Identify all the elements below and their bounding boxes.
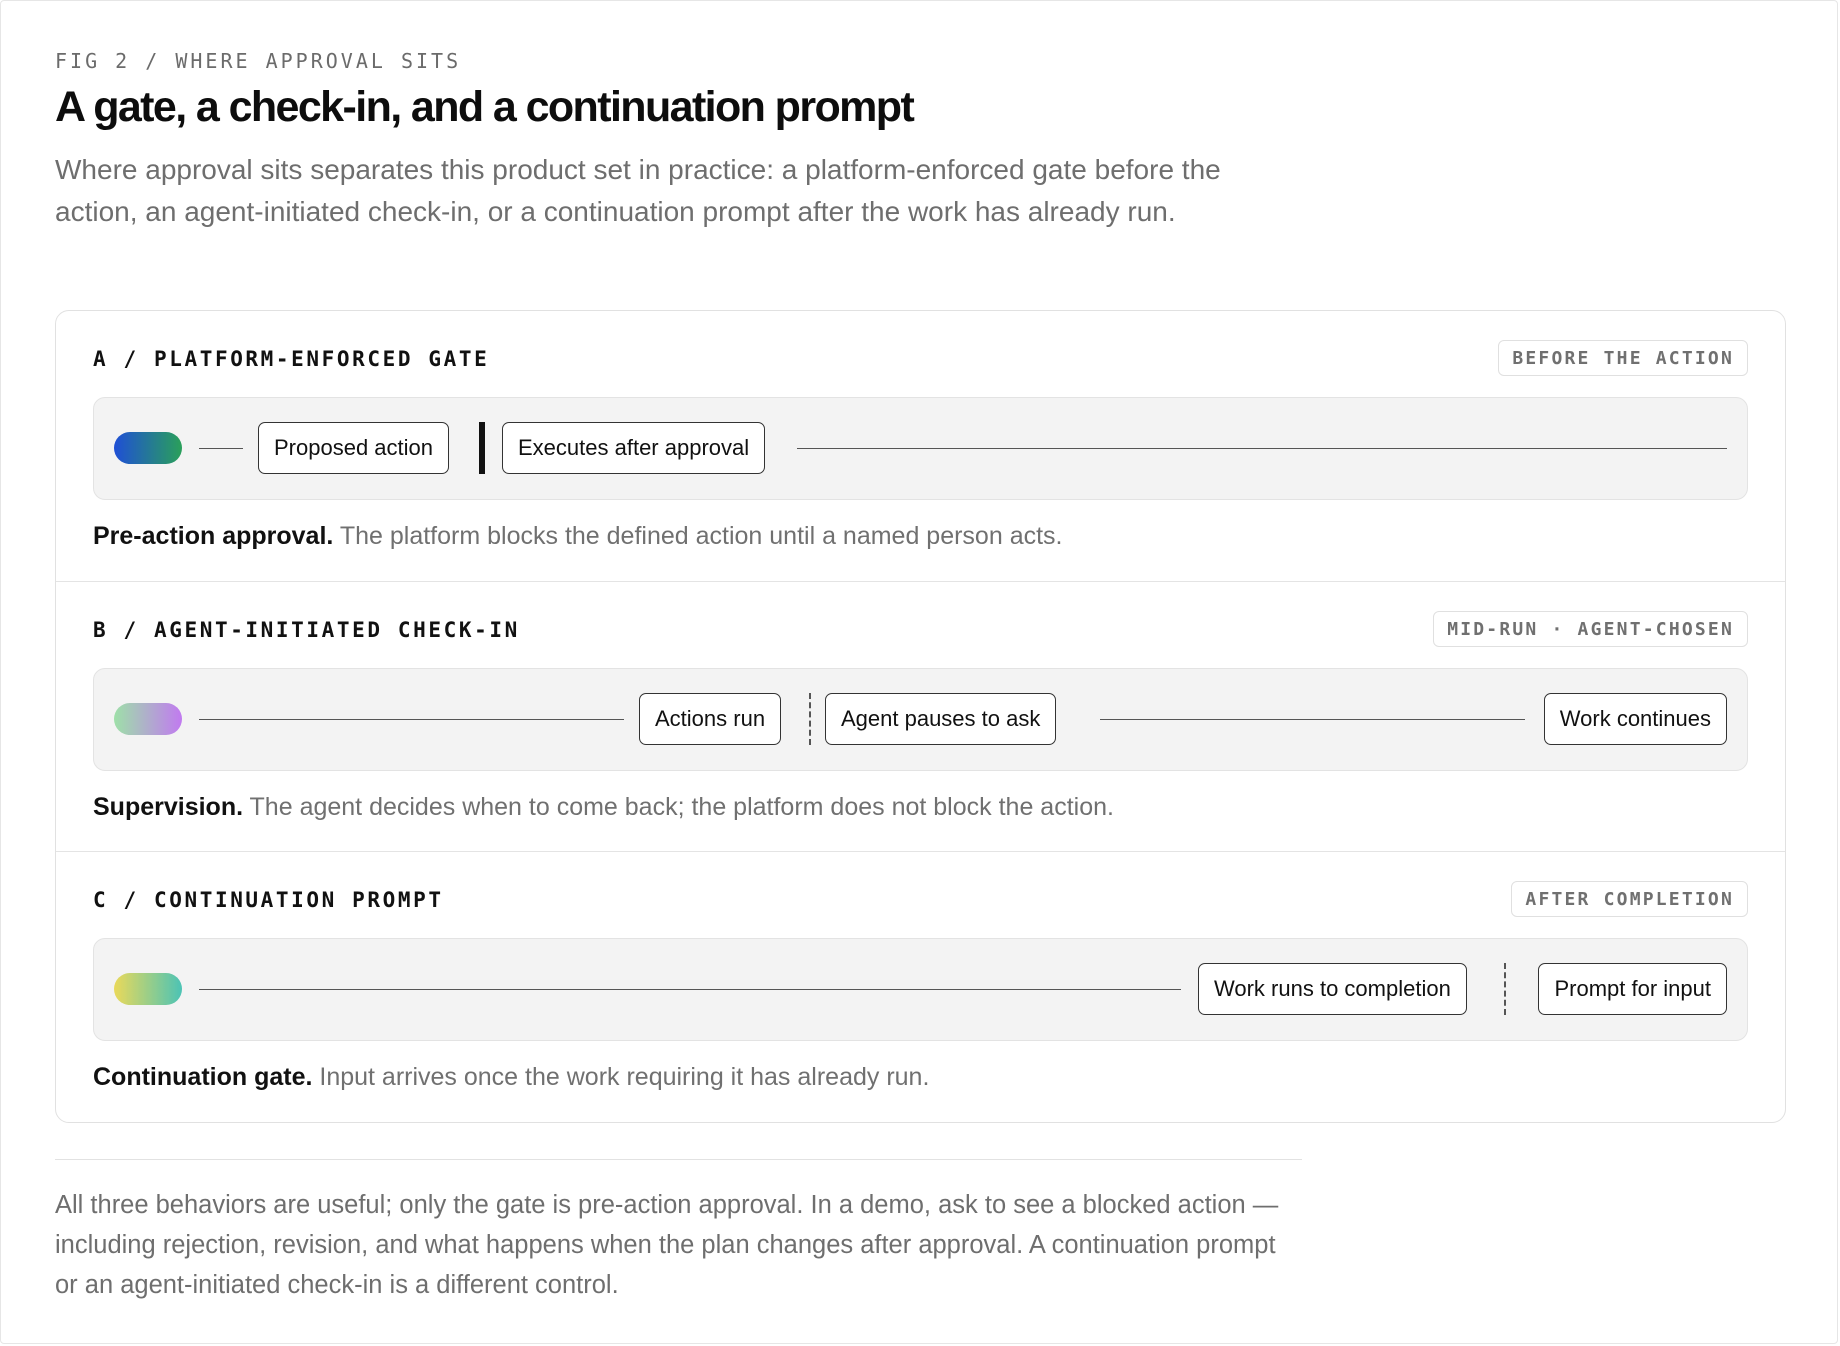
flow-node-prompt-for-input: Prompt for input <box>1538 963 1727 1015</box>
section-label: A / PLATFORM-ENFORCED GATE <box>93 347 490 371</box>
flow-node-work-runs-to-completion: Work runs to completion <box>1198 963 1467 1015</box>
section-platform-gate: A / PLATFORM-ENFORCED GATE BEFORE THE AC… <box>56 311 1785 581</box>
section-caption: Supervision. The agent decides when to c… <box>93 793 1114 822</box>
figure-footnote: All three behaviors are useful; only the… <box>55 1191 1279 1299</box>
connector-line <box>797 448 1727 449</box>
connector-line <box>199 719 624 720</box>
flow-node-work-continues: Work continues <box>1543 693 1727 745</box>
flow-node-actions-run: Actions run <box>639 693 782 745</box>
approval-gate-bar <box>479 422 485 474</box>
check-in-divider <box>809 693 811 745</box>
figure-eyebrow: FIG 2 / WHERE APPROVAL SITS <box>55 49 462 73</box>
figure-card: FIG 2 / WHERE APPROVAL SITS A gate, a ch… <box>0 0 1838 1344</box>
timing-tag: MID-RUN · AGENT-CHOSEN <box>1433 611 1748 647</box>
section-label: C / CONTINUATION PROMPT <box>93 888 444 912</box>
section-caption: Continuation gate. Input arrives once th… <box>93 1063 929 1092</box>
connector-line <box>199 448 243 449</box>
timing-tag: AFTER COMPLETION <box>1511 881 1748 917</box>
section-agent-check-in: B / AGENT-INITIATED CHECK-IN MID-RUN · A… <box>56 581 1785 852</box>
connector-line <box>1100 719 1525 720</box>
figure-title: A gate, a check-in, and a continuation p… <box>55 83 915 131</box>
caption-bold: Continuation gate. <box>93 1063 313 1091</box>
flow-node-agent-pauses: Agent pauses to ask <box>825 693 1057 745</box>
section-continuation-prompt: C / CONTINUATION PROMPT AFTER COMPLETION… <box>56 851 1785 1122</box>
status-pill <box>114 703 182 735</box>
caption-text: The agent decides when to come back; the… <box>243 793 1114 821</box>
flow-track: Work runs to completion Prompt for input <box>93 938 1748 1041</box>
flow-node-proposed-action: Proposed action <box>258 422 449 474</box>
flow-track: Proposed action Executes after approval <box>93 397 1748 500</box>
connector-line <box>199 989 1181 990</box>
status-pill <box>114 973 182 1005</box>
flow-track: Actions run Agent pauses to ask Work con… <box>93 668 1748 771</box>
flow-node-executes-after-approval: Executes after approval <box>502 422 766 474</box>
caption-bold: Supervision. <box>93 793 244 821</box>
caption-bold: Pre-action approval. <box>93 522 334 550</box>
section-caption: Pre-action approval. The platform blocks… <box>93 522 1063 551</box>
status-pill <box>114 432 182 464</box>
caption-text: The platform blocks the defined action u… <box>333 522 1063 550</box>
figure-intro: Where approval sits separates this produ… <box>55 154 1221 227</box>
approval-diagram-panel: A / PLATFORM-ENFORCED GATE BEFORE THE AC… <box>55 310 1786 1123</box>
timing-tag: BEFORE THE ACTION <box>1498 340 1748 376</box>
caption-text: Input arrives once the work requiring it… <box>312 1063 930 1091</box>
section-label: B / AGENT-INITIATED CHECK-IN <box>93 618 520 642</box>
footer-divider <box>55 1159 1302 1160</box>
continuation-divider <box>1504 963 1506 1015</box>
